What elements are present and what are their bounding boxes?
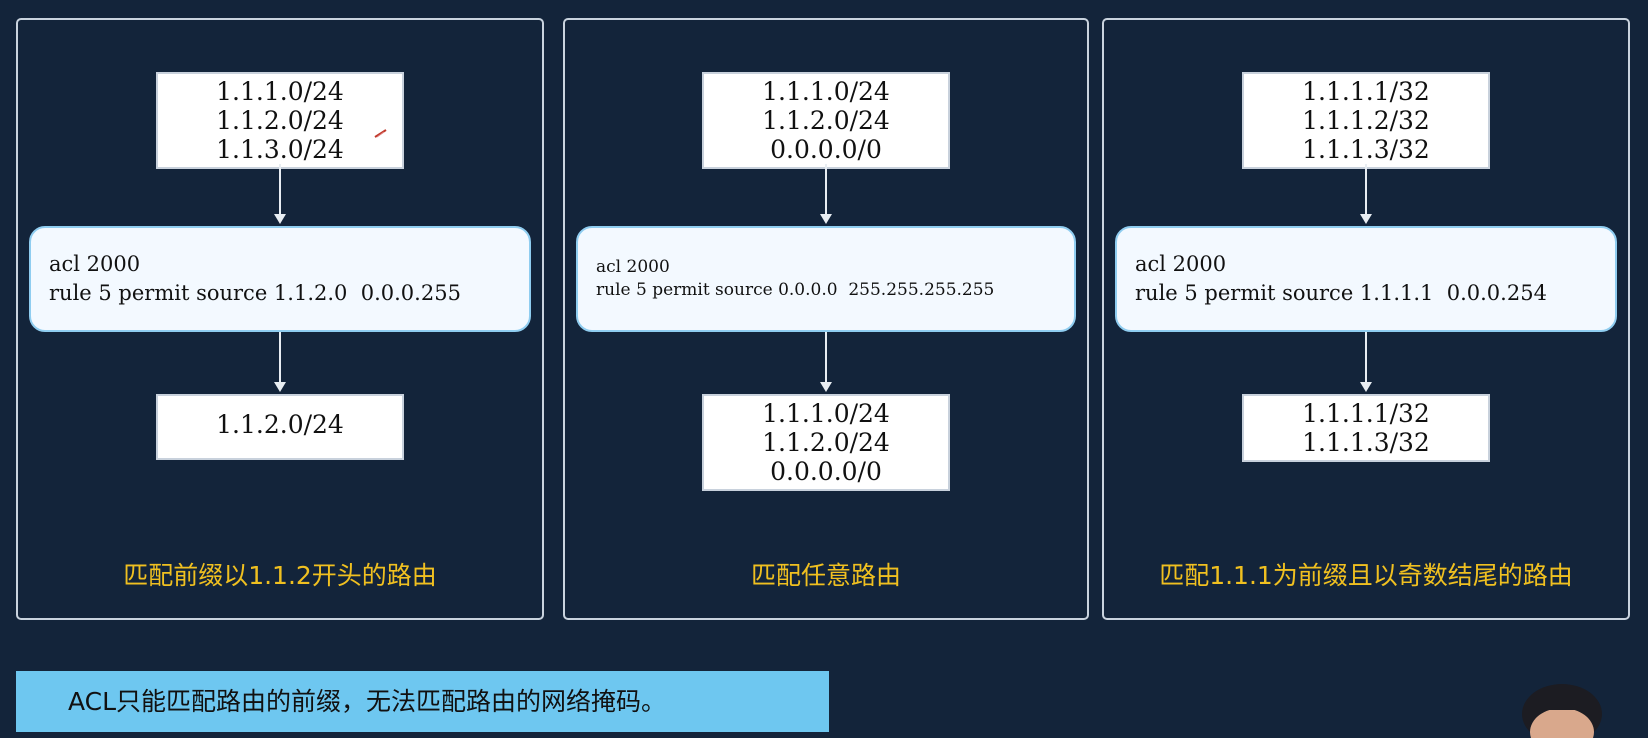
input-routes-box: 1.1.1.1/32 1.1.1.2/32 1.1.1.3/32 xyxy=(1242,72,1490,169)
acl-rule-box: acl 2000 rule 5 permit source 1.1.1.1 0.… xyxy=(1115,226,1617,332)
input-routes-box: 1.1.1.0/24 1.1.2.0/24 0.0.0.0/0 xyxy=(702,72,950,169)
acl-rule-box: acl 2000 rule 5 permit source 0.0.0.0 25… xyxy=(576,226,1076,332)
panel-match-any: 1.1.1.0/24 1.1.2.0/24 0.0.0.0/0 acl 2000… xyxy=(563,18,1089,620)
output-route: 1.1.2.0/24 xyxy=(762,428,890,457)
output-routes-box: 1.1.1.1/32 1.1.1.3/32 xyxy=(1242,394,1490,462)
panel-caption: 匹配任意路由 xyxy=(750,561,901,590)
input-route: 0.0.0.0/0 xyxy=(770,135,882,164)
input-route: 1.1.1.0/24 xyxy=(216,77,344,106)
rule-line: rule 5 permit source 1.1.2.0 0.0.0.255 xyxy=(49,281,461,305)
output-routes-box: 1.1.1.0/24 1.1.2.0/24 0.0.0.0/0 xyxy=(702,394,950,491)
rule-line: rule 5 permit source 1.1.1.1 0.0.0.254 xyxy=(1135,281,1547,305)
arrow-down-icon xyxy=(274,332,286,392)
presenter-avatar xyxy=(1522,684,1602,738)
output-route: 1.1.1.1/32 xyxy=(1302,399,1430,428)
output-route: 0.0.0.0/0 xyxy=(770,457,882,486)
arrow-down-icon xyxy=(274,164,286,224)
pen-cursor-icon xyxy=(374,129,387,138)
input-route: 1.1.2.0/24 xyxy=(216,106,344,135)
output-route: 1.1.1.0/24 xyxy=(762,399,890,428)
arrow-down-icon xyxy=(1360,332,1372,392)
output-route: 1.1.2.0/24 xyxy=(216,410,344,439)
panel-odd-hosts: 1.1.1.1/32 1.1.1.2/32 1.1.1.3/32 acl 200… xyxy=(1102,18,1630,620)
acl-line: acl 2000 xyxy=(1135,252,1227,276)
input-route: 1.1.1.1/32 xyxy=(1302,77,1430,106)
rule-line: rule 5 permit source 0.0.0.0 255.255.255… xyxy=(596,280,995,300)
output-routes-box: 1.1.2.0/24 xyxy=(156,394,404,460)
arrow-down-icon xyxy=(820,332,832,392)
acl-line: acl 2000 xyxy=(49,252,141,276)
panel-caption: 匹配前缀以1.1.2开头的路由 xyxy=(123,561,437,590)
input-route: 1.1.1.0/24 xyxy=(762,77,890,106)
acl-line: acl 2000 xyxy=(596,257,670,277)
acl-rule-box: acl 2000 rule 5 permit source 1.1.2.0 0.… xyxy=(29,226,531,332)
input-route: 1.1.3.0/24 xyxy=(216,135,344,164)
input-routes-box: 1.1.1.0/24 1.1.2.0/24 1.1.3.0/24 xyxy=(156,72,404,169)
summary-note: ACL只能匹配路由的前缀，无法匹配路由的网络掩码。 xyxy=(16,671,829,732)
arrow-down-icon xyxy=(820,164,832,224)
panel-prefix-1-1-2: 1.1.1.0/24 1.1.2.0/24 1.1.3.0/24 acl 200… xyxy=(16,18,544,620)
arrow-down-icon xyxy=(1360,164,1372,224)
input-route: 1.1.1.3/32 xyxy=(1302,135,1430,164)
panel-caption: 匹配1.1.1为前缀且以奇数结尾的路由 xyxy=(1159,561,1573,590)
input-route: 1.1.1.2/32 xyxy=(1302,106,1430,135)
input-route: 1.1.2.0/24 xyxy=(762,106,890,135)
output-route: 1.1.1.3/32 xyxy=(1302,428,1430,457)
